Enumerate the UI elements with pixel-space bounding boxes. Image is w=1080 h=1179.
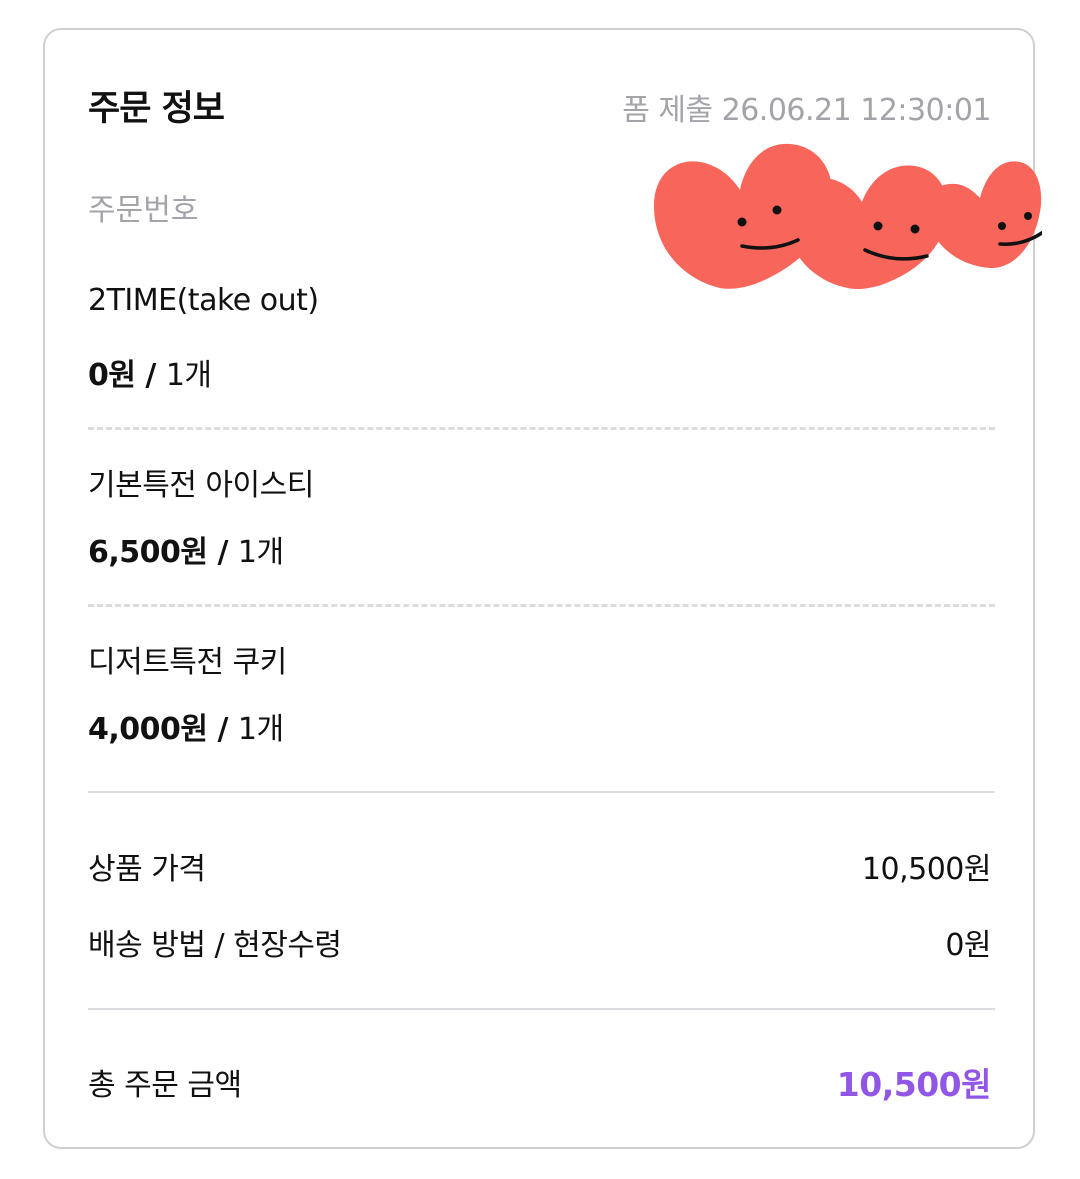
sticker-2-right-eye — [910, 224, 920, 234]
item-price: 4,000원 — [88, 712, 208, 747]
order-info-card: 주문 정보 폼 제출 26.06.21 12:30:01 주문번호 2TIME(… — [43, 28, 1042, 1149]
heart-sticker-2 — [785, 165, 948, 290]
total-amount-label: 총 주문 금액 — [88, 1068, 242, 1103]
heart-sticker-3 — [926, 161, 1042, 268]
item-quantity: 1개 — [237, 535, 284, 570]
sticker-3-right-eye — [1024, 212, 1032, 220]
item-quantity: 1개 — [165, 358, 212, 393]
item-name: 디저트특전 쿠키 — [88, 645, 287, 680]
sticker-3-left-eye — [998, 222, 1006, 230]
sticker-1-left-eye — [737, 217, 747, 227]
item-name: 2TIME(take out) — [88, 283, 319, 318]
price-separator: / — [207, 712, 238, 747]
page-title: 주문 정보 — [88, 89, 225, 129]
price-separator: / — [135, 358, 166, 393]
product-price-value: 10,500원 — [861, 852, 992, 887]
order-number-label: 주문번호 — [88, 193, 199, 228]
item-name: 기본특전 아이스티 — [88, 468, 314, 503]
smiling-heart-sticker-icon — [653, 143, 1042, 290]
item-divider — [88, 427, 995, 430]
section-divider — [88, 1008, 995, 1010]
total-amount-value: 10,500원 — [836, 1065, 992, 1104]
delivery-method-label: 배송 방법 / 현장수령 — [88, 928, 342, 963]
sticker-2-left-eye — [873, 221, 883, 231]
item-price-qty: 0원 / 1개 — [88, 350, 212, 394]
item-price-qty: 6,500원 / 1개 — [88, 527, 284, 571]
product-price-label: 상품 가격 — [88, 852, 206, 887]
section-divider — [88, 791, 995, 793]
item-price: 0원 — [88, 358, 136, 393]
submission-timestamp: 폼 제출 26.06.21 12:30:01 — [622, 93, 991, 128]
price-separator: / — [207, 535, 238, 570]
item-price: 6,500원 — [88, 535, 208, 570]
item-price-qty: 4,000원 / 1개 — [88, 704, 284, 748]
sticker-1-right-eye — [772, 205, 782, 215]
delivery-fee-value: 0원 — [945, 928, 991, 963]
item-quantity: 1개 — [237, 712, 284, 747]
item-divider — [88, 604, 995, 607]
